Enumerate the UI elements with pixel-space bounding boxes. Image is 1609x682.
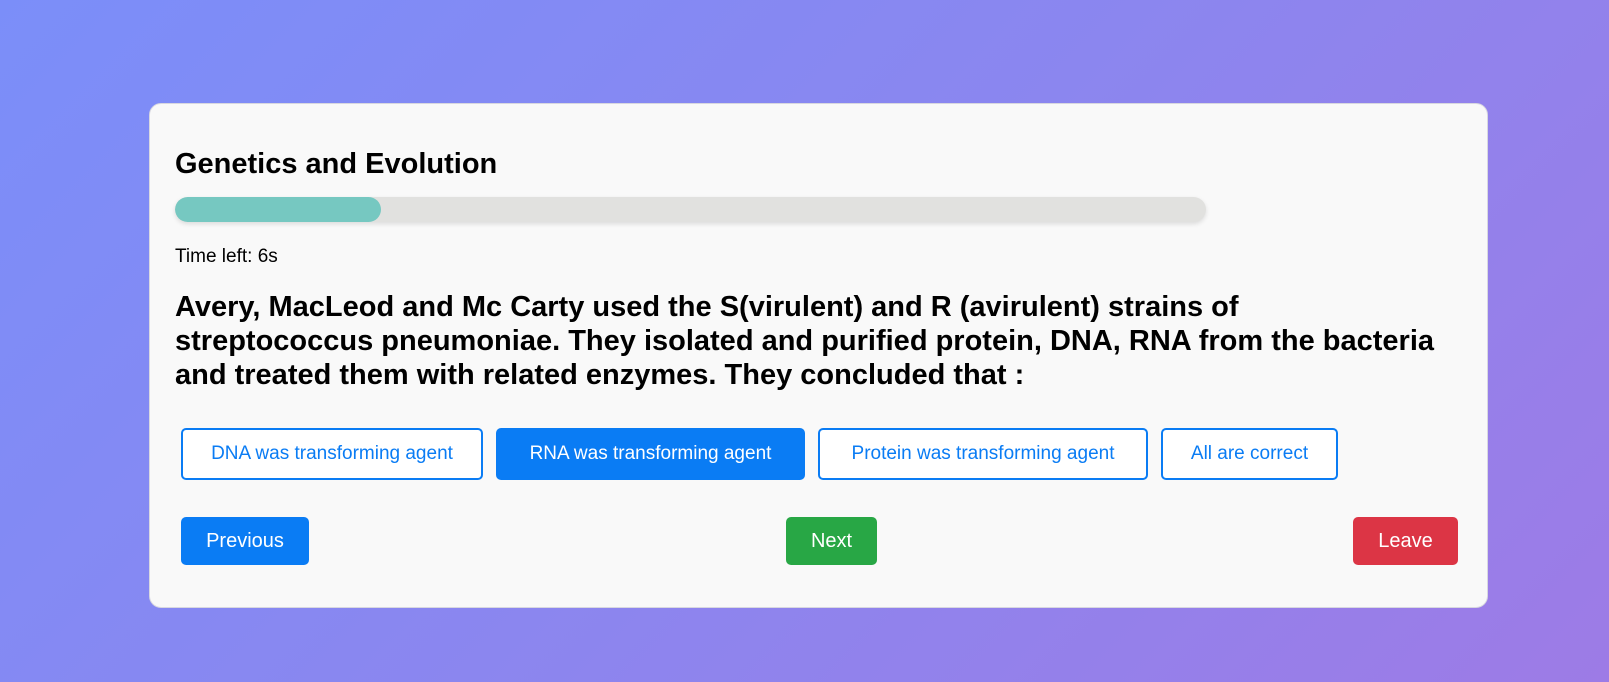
- option-button-1[interactable]: DNA was transforming agent: [181, 428, 483, 480]
- option-button-2[interactable]: RNA was transforming agent: [496, 428, 805, 480]
- progress-bar: [175, 197, 1206, 222]
- quiz-title: Genetics and Evolution: [175, 148, 498, 180]
- leave-button[interactable]: Leave: [1353, 517, 1458, 565]
- next-button[interactable]: Next: [786, 517, 877, 565]
- option-button-4[interactable]: All are correct: [1161, 428, 1338, 480]
- answer-options: DNA was transforming agent RNA was trans…: [181, 428, 1338, 480]
- question-text: Avery, MacLeod and Mc Carty used the S(v…: [175, 291, 1435, 391]
- quiz-card: Genetics and Evolution Time left: 6s Ave…: [149, 103, 1488, 608]
- option-button-3[interactable]: Protein was transforming agent: [818, 428, 1148, 480]
- previous-button[interactable]: Previous: [181, 517, 309, 565]
- progress-bar-fill: [175, 197, 382, 222]
- timer-text: Time left: 6s: [175, 246, 278, 267]
